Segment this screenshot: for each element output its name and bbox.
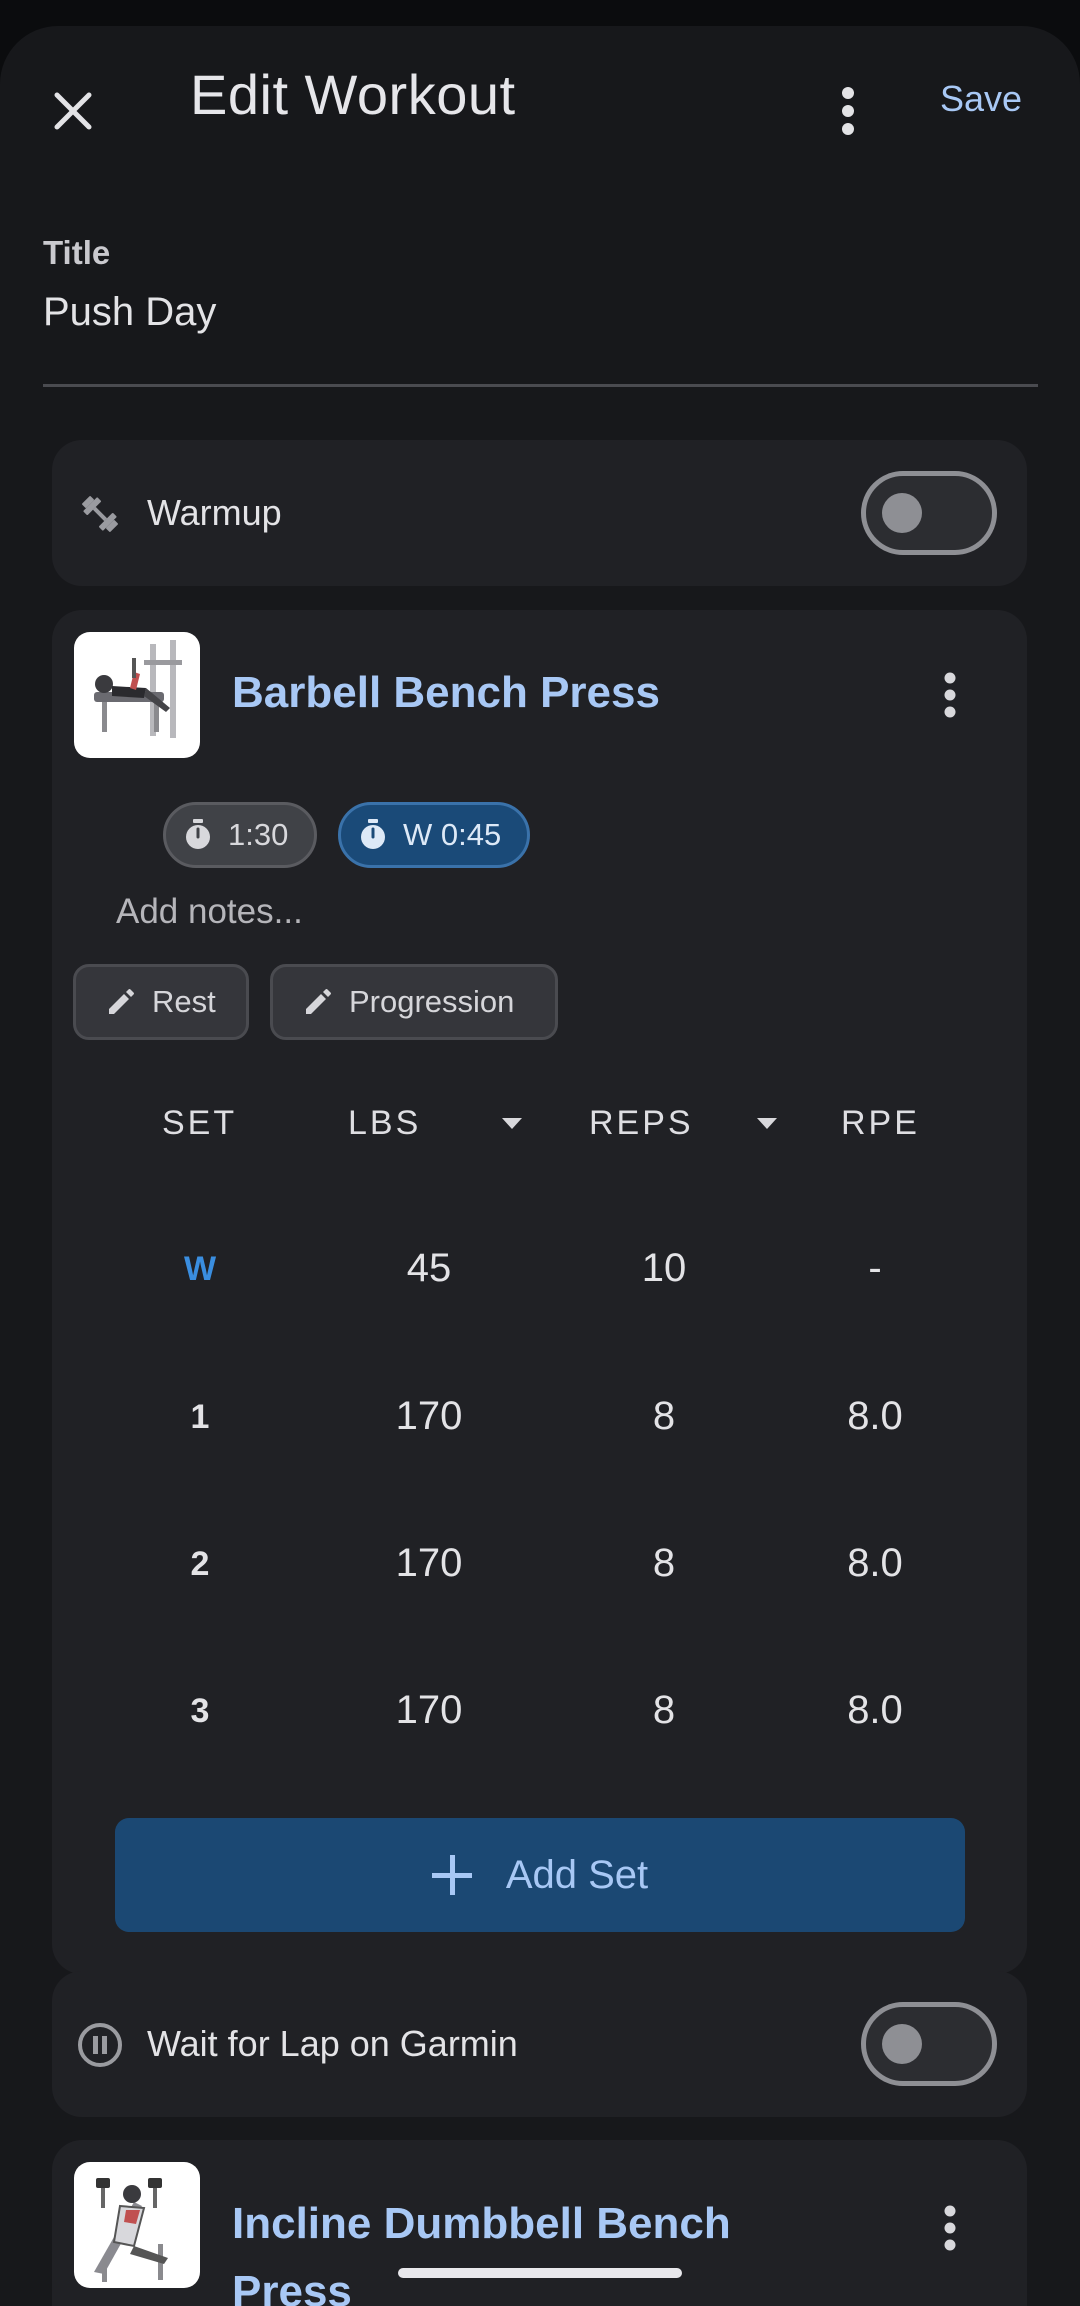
set-reps-input[interactable]: 8 xyxy=(594,1688,734,1733)
more-vert-icon xyxy=(842,87,854,135)
set-rpe-input[interactable]: 8.0 xyxy=(805,1541,945,1586)
set-row[interactable]: 3 170 8 8.0 xyxy=(52,1688,1027,1768)
title-underline xyxy=(43,384,1038,387)
exercise-name[interactable]: Incline Dumbbell Bench Press xyxy=(232,2190,852,2306)
warmup-card: Warmup xyxy=(52,440,1027,586)
title-input[interactable]: Push Day xyxy=(43,290,216,335)
close-button[interactable] xyxy=(38,76,108,146)
set-weight-input[interactable]: 170 xyxy=(359,1394,499,1439)
plus-icon xyxy=(431,1855,472,1895)
switch-knob xyxy=(882,2024,922,2064)
more-options-button[interactable] xyxy=(818,76,878,146)
reps-dropdown-icon[interactable] xyxy=(757,1118,777,1129)
set-weight-input[interactable]: 170 xyxy=(359,1688,499,1733)
switch-knob xyxy=(882,493,922,533)
pencil-icon xyxy=(104,985,138,1019)
dumbbell-icon xyxy=(74,488,126,540)
lbs-dropdown-icon[interactable] xyxy=(502,1118,522,1129)
warmup-rest-timer-chip[interactable]: W 0:45 xyxy=(338,802,530,868)
warmup-label: Warmup xyxy=(147,492,282,533)
exercise-more-button[interactable] xyxy=(935,665,965,725)
edit-rest-label: Rest xyxy=(152,984,216,1019)
set-number: 2 xyxy=(190,1545,210,1583)
pencil-icon xyxy=(301,985,335,1019)
exercise-thumbnail[interactable] xyxy=(74,632,200,758)
edit-progression-button[interactable]: Progression xyxy=(270,964,558,1040)
close-icon xyxy=(54,92,92,130)
rest-timer-value: 1:30 xyxy=(228,817,289,852)
set-row[interactable]: 1 170 8 8.0 xyxy=(52,1394,1027,1474)
set-number: 1 xyxy=(190,1398,210,1436)
column-header-lbs[interactable]: LBS xyxy=(348,1104,421,1143)
garmin-lap-switch[interactable] xyxy=(861,2002,997,2086)
column-header-reps[interactable]: REPS xyxy=(589,1104,694,1143)
warmup-switch[interactable] xyxy=(861,471,997,555)
exercise-thumbnail[interactable] xyxy=(74,2162,200,2288)
title-field-label: Title xyxy=(43,234,111,271)
pause-circle-icon xyxy=(74,2019,126,2071)
add-set-button[interactable]: Add Set xyxy=(115,1818,965,1932)
set-reps-input[interactable]: 10 xyxy=(594,1246,734,1291)
set-reps-input[interactable]: 8 xyxy=(594,1394,734,1439)
column-header-set: SET xyxy=(162,1104,238,1142)
set-rpe-input[interactable]: 8.0 xyxy=(805,1688,945,1733)
notes-input[interactable]: Add notes... xyxy=(116,892,303,932)
garmin-lap-label: Wait for Lap on Garmin xyxy=(147,2023,518,2064)
page-title: Edit Workout xyxy=(190,63,516,126)
save-button[interactable]: Save xyxy=(940,78,1022,120)
set-row[interactable]: W 45 10 - xyxy=(52,1246,1027,1326)
bench-press-illustration-icon xyxy=(94,640,182,738)
exercise-card: Barbell Bench Press 1:30 W 0:45 Add note… xyxy=(52,610,1027,1974)
incline-press-illustration-icon xyxy=(94,2178,168,2282)
timer-icon xyxy=(182,819,214,851)
rest-timer-chip[interactable]: 1:30 xyxy=(163,802,317,868)
add-set-label: Add Set xyxy=(505,1852,649,1897)
set-number: 3 xyxy=(190,1692,210,1730)
edit-rest-button[interactable]: Rest xyxy=(73,964,249,1040)
column-header-rpe: RPE xyxy=(841,1104,920,1142)
edit-progression-label: Progression xyxy=(349,984,515,1019)
more-vert-icon xyxy=(944,2205,956,2251)
top-app-bar: Edit Workout Save xyxy=(0,26,1080,176)
edit-workout-sheet: Edit Workout Save Title Push Day Warmup … xyxy=(0,26,1080,2306)
more-vert-icon xyxy=(944,672,956,718)
warmup-rest-timer-value: W 0:45 xyxy=(403,817,502,852)
gesture-home-bar[interactable] xyxy=(398,2268,682,2278)
set-number: W xyxy=(183,1250,217,1288)
timer-icon xyxy=(357,819,389,851)
exercise-card-next: Incline Dumbbell Bench Press xyxy=(52,2140,1027,2306)
set-weight-input[interactable]: 170 xyxy=(359,1541,499,1586)
set-reps-input[interactable]: 8 xyxy=(594,1541,734,1586)
exercise-more-button[interactable] xyxy=(935,2198,965,2258)
garmin-lap-card: Wait for Lap on Garmin xyxy=(52,1971,1027,2117)
set-row[interactable]: 2 170 8 8.0 xyxy=(52,1541,1027,1621)
set-weight-input[interactable]: 45 xyxy=(359,1246,499,1291)
set-rpe-input[interactable]: - xyxy=(805,1246,945,1291)
exercise-name[interactable]: Barbell Bench Press xyxy=(232,668,660,718)
set-rpe-input[interactable]: 8.0 xyxy=(805,1394,945,1439)
